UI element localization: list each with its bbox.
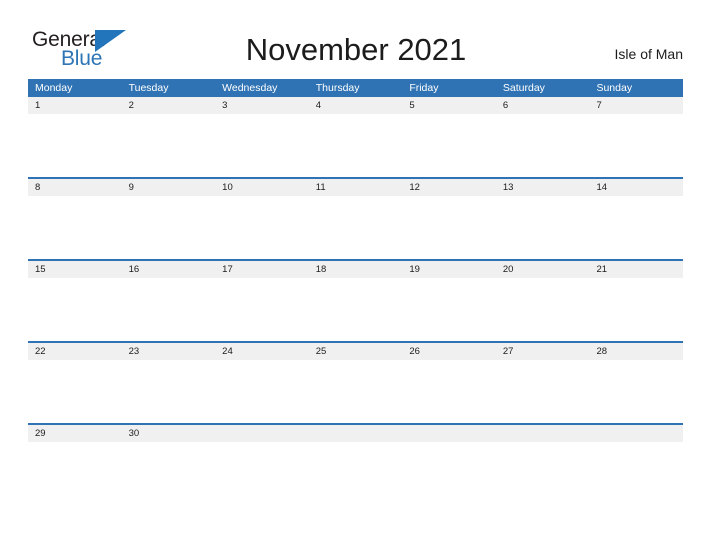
day-cell[interactable]: 12 [402,179,496,196]
week-date-band: 29 30 [28,423,683,442]
day-cell[interactable]: 29 [28,425,122,442]
day-cell[interactable]: 18 [309,261,403,278]
weekday-wednesday: Wednesday [222,82,278,94]
day-cell[interactable]: 19 [402,261,496,278]
day-cell[interactable]: 23 [122,343,216,360]
week-notes-area[interactable] [28,278,683,341]
day-cell[interactable]: 10 [215,179,309,196]
day-cell-empty [589,425,683,442]
day-cell[interactable]: 30 [122,425,216,442]
day-cell[interactable]: 22 [28,343,122,360]
weekday-monday: Monday [35,82,73,94]
week-date-band: 15 16 17 18 19 20 21 [28,259,683,278]
day-cell[interactable]: 4 [309,97,403,114]
day-cell[interactable]: 6 [496,97,590,114]
weekday-friday: Friday [409,82,439,94]
day-cell[interactable]: 9 [122,179,216,196]
day-cell[interactable]: 11 [309,179,403,196]
day-cell-empty [402,425,496,442]
day-cell[interactable]: 7 [589,97,683,114]
week-date-band: 8 9 10 11 12 13 14 [28,177,683,196]
day-cell[interactable]: 15 [28,261,122,278]
day-cell[interactable]: 26 [402,343,496,360]
day-cell[interactable]: 21 [589,261,683,278]
day-cell-empty [215,425,309,442]
week-date-band: 22 23 24 25 26 27 28 [28,341,683,360]
page-header: General Blue November 2021 Isle of Man [0,0,712,78]
day-cell-empty [309,425,403,442]
week-row: 15 16 17 18 19 20 21 [28,259,683,341]
week-row: 8 9 10 11 12 13 14 [28,177,683,259]
day-cell[interactable]: 13 [496,179,590,196]
day-cell[interactable]: 5 [402,97,496,114]
weekday-saturday: Saturday [502,82,545,94]
day-cell[interactable]: 8 [28,179,122,196]
week-row: 1 2 3 4 5 6 7 [28,97,683,177]
weekday-tuesday: Tuesday [128,82,169,94]
week-row: 22 23 24 25 26 27 28 [28,341,683,423]
day-cell[interactable]: 24 [215,343,309,360]
location-label: Isle of Man [614,46,683,62]
week-row: 29 30 [28,423,683,442]
weekday-header-row: Monday Tuesday Wednesday Thursday Friday… [28,79,683,97]
day-cell[interactable]: 25 [309,343,403,360]
day-cell[interactable]: 1 [28,97,122,114]
day-cell[interactable]: 3 [215,97,309,114]
week-notes-area[interactable] [28,196,683,259]
day-cell-empty [496,425,590,442]
calendar-grid: Monday Tuesday Wednesday Thursday Friday… [28,79,683,442]
week-notes-area[interactable] [28,114,683,177]
weekday-sunday: Sunday [596,82,633,94]
day-cell[interactable]: 28 [589,343,683,360]
calendar-page: General Blue November 2021 Isle of Man M… [0,0,712,550]
week-notes-area[interactable] [28,360,683,423]
day-cell[interactable]: 2 [122,97,216,114]
day-cell[interactable]: 14 [589,179,683,196]
day-cell[interactable]: 16 [122,261,216,278]
week-date-band: 1 2 3 4 5 6 7 [28,97,683,114]
weekday-thursday: Thursday [315,82,360,94]
day-cell[interactable]: 17 [215,261,309,278]
page-title: November 2021 [245,32,467,67]
day-cell[interactable]: 27 [496,343,590,360]
day-cell[interactable]: 20 [496,261,590,278]
